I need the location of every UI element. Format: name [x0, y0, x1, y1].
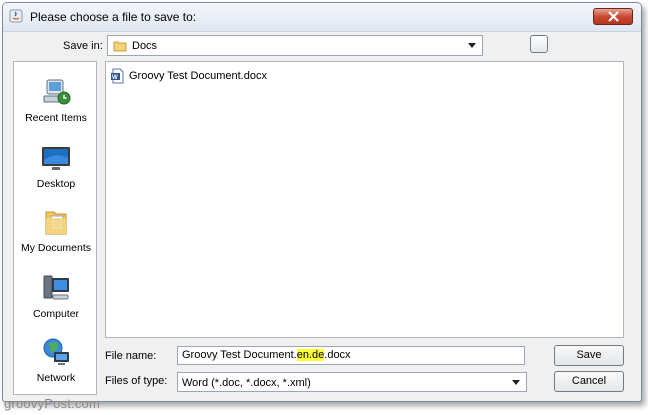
file-name-prefix: Groovy Test Document. — [182, 349, 297, 361]
folder-icon — [113, 41, 127, 52]
dialog-title: Please choose a file to save to: — [30, 10, 197, 24]
places-bar: Recent Items Desktop My Documents Comput… — [13, 61, 97, 395]
watermark: groovyPost.com — [4, 396, 101, 411]
computer-icon — [43, 275, 69, 300]
recent-items-icon — [43, 79, 71, 105]
file-name-suffix: .docx — [324, 349, 351, 361]
file-type-dropdown[interactable]: Word (*.doc, *.docx, *.xml) — [177, 372, 527, 392]
file-name-label: File name: — [105, 350, 157, 362]
file-name-input[interactable]: Groovy Test Document.en.de.docx — [177, 346, 525, 365]
place-label: My Documents — [20, 242, 92, 254]
svg-text:W: W — [112, 75, 118, 81]
place-my-documents[interactable]: My Documents — [14, 206, 98, 254]
my-documents-icon — [45, 211, 67, 235]
save-dialog: Please choose a file to save to: Save in… — [2, 2, 642, 402]
file-list[interactable]: W Groovy Test Document.docx — [105, 61, 624, 338]
save-in-value: Docs — [132, 40, 158, 52]
network-icon — [43, 338, 69, 365]
place-computer[interactable]: Computer — [14, 272, 98, 320]
save-in-label: Save in: — [63, 40, 103, 52]
chevron-down-icon — [512, 380, 520, 385]
place-label: Network — [36, 372, 76, 384]
place-recent-items[interactable]: Recent Items — [14, 76, 98, 124]
save-in-dropdown[interactable]: Docs — [107, 35, 483, 56]
word-document-icon: W — [111, 68, 124, 84]
close-button[interactable] — [593, 8, 633, 25]
file-type-value: Word (*.doc, *.docx, *.xml) — [182, 377, 311, 389]
java-app-icon — [9, 9, 23, 23]
chevron-down-icon — [468, 43, 476, 48]
file-name-highlight: en.de — [296, 349, 325, 361]
title-bar[interactable]: Please choose a file to save to: — [3, 3, 641, 32]
file-name-text: Groovy Test Document.docx — [129, 70, 267, 82]
cancel-button[interactable]: Cancel — [554, 371, 624, 392]
place-label: Computer — [32, 308, 80, 320]
file-type-label: Files of type: — [105, 375, 168, 387]
place-label: Desktop — [36, 178, 76, 190]
view-toggle-checkbox[interactable] — [530, 35, 548, 53]
place-network[interactable]: Network — [14, 336, 98, 384]
close-icon — [608, 11, 619, 22]
place-label: Recent Items — [25, 112, 87, 124]
place-desktop[interactable]: Desktop — [14, 142, 98, 190]
save-button[interactable]: Save — [554, 345, 624, 366]
desktop-icon — [42, 147, 70, 170]
